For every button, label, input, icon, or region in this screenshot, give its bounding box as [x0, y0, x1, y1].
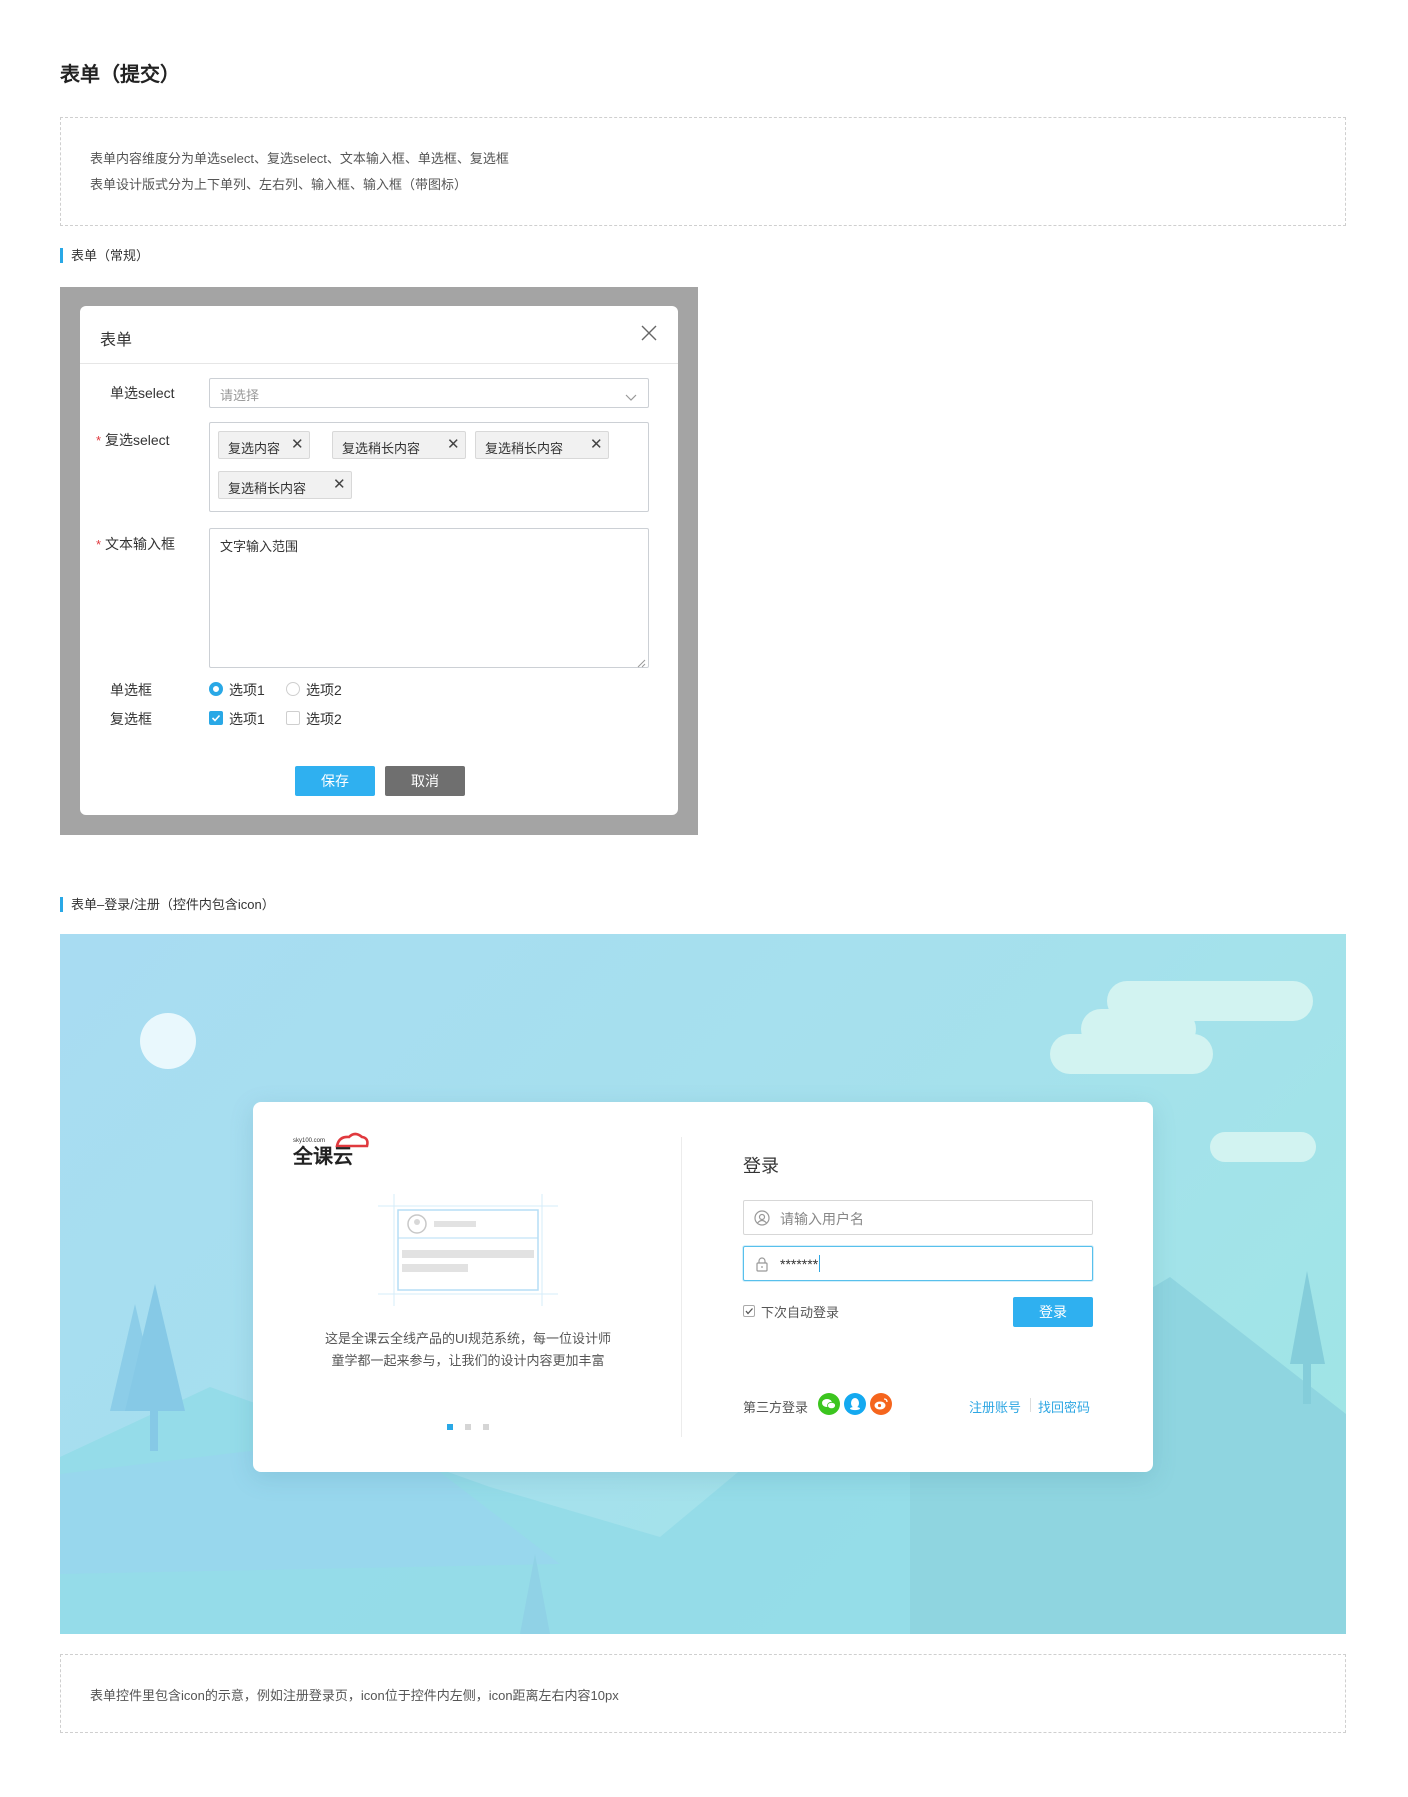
brand-logo: sky100.com 全课云 [292, 1132, 369, 1168]
password-input[interactable]: ******* [743, 1246, 1093, 1281]
remember-label: 下次自动登录 [761, 1305, 840, 1320]
radio-option-1-label: 选项1 [229, 682, 265, 698]
section-title-regular: 表单（常规） [60, 248, 149, 263]
textarea-value: 文字输入范围 [220, 539, 299, 554]
single-select-placeholder: 请选择 [220, 388, 260, 403]
radio-option-2[interactable] [286, 682, 300, 696]
text-area[interactable]: 文字输入范围 [209, 528, 649, 668]
username-input[interactable]: 请输入用户名 [743, 1200, 1093, 1235]
login-button[interactable]: 登录 [1013, 1297, 1093, 1327]
register-link[interactable]: 注册账号 [969, 1397, 1021, 1416]
card-description-line-2: 童学都一起来参与，让我们的设计内容更加丰富 [331, 1353, 605, 1368]
intro-note-box: 表单内容维度分为单选select、复选select、文本输入框、单选框、复选框 … [60, 117, 1346, 226]
tag-remove-icon[interactable]: ✕ [447, 437, 460, 453]
text-caret [819, 1255, 821, 1272]
third-party-label: 第三方登录 [743, 1400, 809, 1415]
radio-option-1[interactable] [209, 682, 223, 696]
resize-handle-icon[interactable] [636, 655, 646, 668]
tag-label: 复选稍长内容 [228, 481, 307, 496]
tag-label: 复选内容 [228, 441, 281, 456]
card-divider [681, 1137, 682, 1437]
card-description-line-1: 这是全课云全线产品的UI规范系统，每一位设计师 [324, 1331, 611, 1346]
required-mark: * [96, 433, 102, 448]
card-description: 这是全课云全线产品的UI规范系统，每一位设计师 童学都一起来参与，让我们的设计内… [293, 1328, 643, 1372]
carousel-dot[interactable] [483, 1424, 489, 1430]
remember-checkbox[interactable] [743, 1305, 755, 1317]
intro-note-line-1: 表单内容维度分为单选select、复选select、文本输入框、单选框、复选框 [90, 151, 509, 166]
textarea-label: * 文本输入框 [96, 534, 175, 554]
tag-remove-icon[interactable]: ✕ [291, 437, 304, 453]
multi-select-label-text: 复选select [104, 432, 170, 448]
wechat-icon[interactable] [818, 1393, 840, 1415]
checkbox-label: 复选框 [110, 711, 152, 727]
tag-remove-icon[interactable]: ✕ [590, 437, 603, 453]
chevron-down-icon [625, 389, 637, 401]
save-button[interactable]: 保存 [295, 766, 375, 796]
modal-title: 表单 [100, 332, 133, 349]
select-tag: 复选稍长内容 ✕ [332, 431, 466, 459]
radio-label: 单选框 [110, 682, 152, 698]
forgot-password-link[interactable]: 找回密码 [1038, 1397, 1090, 1416]
carousel-dot[interactable] [465, 1424, 471, 1430]
ui-wireframe-illustration [378, 1194, 558, 1306]
select-tag: 复选稍长内容 ✕ [218, 471, 352, 499]
single-select-label: 单选select [110, 385, 175, 401]
page-title: 表单（提交） [60, 64, 180, 86]
modal-header: 表单 [80, 306, 678, 364]
radio-option-2-label: 选项2 [306, 682, 342, 698]
checkbox-option-1[interactable] [209, 711, 223, 725]
required-mark: * [96, 537, 102, 552]
cancel-button[interactable]: 取消 [385, 766, 465, 796]
username-placeholder: 请输入用户名 [780, 1211, 864, 1227]
carousel-indicator [447, 1417, 491, 1430]
link-divider [1030, 1398, 1031, 1412]
single-select[interactable]: 请选择 [209, 378, 649, 408]
intro-note-line-2: 表单设计版式分为上下单列、左右列、输入框、输入框（带图标） [90, 177, 468, 192]
login-card: sky100.com 全课云 这是全课云全线产品的UI规范系统，每一位设计师 童… [253, 1102, 1153, 1472]
textarea-label-text: 文本输入框 [104, 536, 175, 552]
logo-text: 全课云 [293, 1144, 353, 1166]
close-icon[interactable] [638, 322, 660, 344]
checkbox-option-2[interactable] [286, 711, 300, 725]
form-modal: 表单 单选select 请选择 * 复选select 复选内容 ✕ 复选稍长内容… [80, 306, 678, 815]
login-title: 登录 [743, 1156, 779, 1176]
tag-label: 复选稍长内容 [342, 441, 421, 456]
select-tag: 复选稍长内容 ✕ [475, 431, 609, 459]
user-icon [754, 1210, 770, 1226]
footer-note: 表单控件里包含icon的示意，例如注册登录页，icon位于控件内左侧，icon距… [90, 1688, 619, 1703]
section-title-login: 表单–登录/注册（控件内包含icon） [60, 897, 275, 912]
multi-select[interactable]: 复选内容 ✕ 复选稍长内容 ✕ 复选稍长内容 ✕ 复选稍长内容 ✕ [209, 422, 649, 512]
weibo-icon[interactable] [870, 1393, 892, 1415]
carousel-dot-active[interactable] [447, 1424, 453, 1430]
qq-icon[interactable] [844, 1393, 866, 1415]
password-mask: ******* [780, 1256, 819, 1272]
select-tag: 复选内容 ✕ [218, 431, 310, 459]
checkbox-option-1-label: 选项1 [229, 711, 265, 727]
lock-icon [754, 1256, 770, 1272]
tag-remove-icon[interactable]: ✕ [333, 477, 346, 493]
checkbox-option-2-label: 选项2 [306, 711, 342, 727]
multi-select-label: * 复选select [96, 430, 170, 450]
password-value: ******* [780, 1255, 821, 1272]
tag-label: 复选稍长内容 [485, 441, 564, 456]
